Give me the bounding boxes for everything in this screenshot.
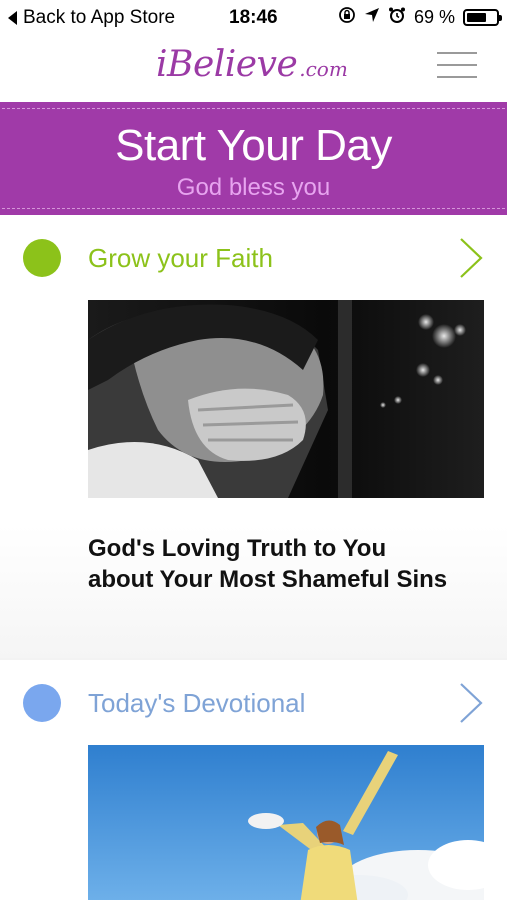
menu-line	[437, 64, 477, 66]
menu-line	[437, 76, 477, 78]
logo-wordmark: iBelieve	[156, 44, 298, 85]
status-bar: Back to App Store 18:46 69 %	[0, 0, 507, 36]
status-indicators: 69 %	[338, 6, 502, 28]
banner-dashed-border-bottom	[2, 208, 505, 209]
back-to-app-store-link[interactable]: Back to App Store	[8, 7, 175, 29]
woman-arms-raised-sky-photo[interactable]	[88, 745, 484, 900]
chevron-right-icon[interactable]	[458, 237, 484, 279]
logo-tld: .com	[299, 57, 348, 81]
chevron-right-icon[interactable]	[458, 682, 484, 724]
article-headline-line-2: about Your Most Shameful Sins	[88, 566, 448, 593]
screen-rotation-lock-icon	[338, 6, 356, 28]
banner-title: Start Your Day	[115, 121, 392, 170]
battery-icon	[463, 8, 502, 26]
banner-dashed-border-top	[2, 108, 505, 109]
status-time: 18:46	[229, 7, 278, 28]
section-dot-icon	[23, 684, 61, 722]
location-arrow-icon	[364, 7, 380, 27]
menu-line	[437, 52, 477, 54]
section-card-todays-devotional[interactable]: Today's Devotional	[0, 660, 507, 900]
alarm-icon	[388, 6, 406, 28]
hamburger-menu-icon[interactable]	[437, 52, 477, 78]
app-header: iBelieve .com	[0, 36, 507, 102]
battery-percentage: 69 %	[413, 6, 455, 27]
section-dot-icon	[23, 239, 61, 277]
woman-covering-face-photo[interactable]	[88, 300, 484, 498]
back-to-app-store-label: Back to App Store	[23, 7, 176, 28]
battery-nub	[499, 14, 502, 21]
article-headline-line-1: God's Loving Truth to You	[88, 535, 387, 562]
banner-subtitle: God bless you	[176, 174, 331, 201]
start-your-day-banner: Start Your Day God bless you	[0, 102, 507, 215]
section-title[interactable]: Today's Devotional	[88, 688, 305, 719]
section-card-grow-your-faith[interactable]: Grow your Faith God's Loving Truth to Yo…	[0, 215, 507, 658]
section-title[interactable]: Grow your Faith	[88, 243, 273, 274]
back-triangle-icon	[8, 11, 17, 25]
ibelieve-logo[interactable]: iBelieve .com	[156, 44, 348, 85]
article-headline[interactable]: God's Loving Truth to You about Your Mos…	[88, 533, 488, 595]
battery-fill	[467, 12, 487, 22]
